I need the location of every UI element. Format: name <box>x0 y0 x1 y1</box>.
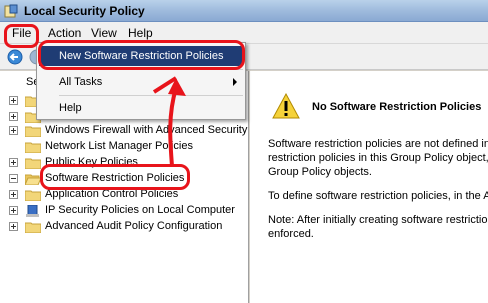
expand-icon[interactable] <box>9 190 18 199</box>
details-heading: No Software Restriction Policies <box>312 101 482 113</box>
expand-icon[interactable] <box>9 222 18 231</box>
menu-action[interactable]: Action <box>48 26 81 40</box>
folder-open-icon <box>25 174 41 185</box>
tree-item-label: IP Security Policies on Local Computer <box>45 204 235 216</box>
details-text-line: Software restriction policies are not de… <box>268 138 488 150</box>
folder-icon <box>25 158 41 169</box>
ip-security-icon <box>26 205 39 217</box>
details-text-line: enforced. <box>268 228 314 240</box>
collapse-icon[interactable] <box>9 174 18 183</box>
tree-item-label: Public Key Policies <box>45 156 138 168</box>
tree-item-label: Application Control Policies <box>45 188 179 200</box>
details-pane: No Software Restriction Policies Softwar… <box>250 71 488 303</box>
title-bar[interactable]: Local Security Policy <box>0 0 488 22</box>
tree-item-ip-security[interactable]: IP Security Policies on Local Computer <box>0 203 248 219</box>
menu-item-label: All Tasks <box>59 76 103 88</box>
menu-bar: File Action View Help <box>0 22 488 44</box>
details-text-line: restriction policies in this Group Polic… <box>268 152 488 164</box>
menu-item-label: New Software Restriction Policies <box>59 50 224 62</box>
menu-file[interactable]: File <box>12 26 31 40</box>
folder-icon <box>25 222 41 233</box>
tree-item-windows-firewall[interactable]: Windows Firewall with Advanced Security <box>0 123 248 139</box>
expand-icon[interactable] <box>9 206 18 215</box>
menu-item-new-software-restriction-policies[interactable]: New Software Restriction Policies <box>39 46 243 66</box>
warning-icon <box>272 93 300 119</box>
folder-icon <box>25 142 41 153</box>
submenu-arrow-icon <box>233 78 237 86</box>
back-arrow-icon[interactable] <box>6 48 24 66</box>
folder-icon <box>25 190 41 201</box>
folder-icon <box>25 126 41 137</box>
details-text-line: Group Policy objects. <box>268 166 372 178</box>
menu-item-label: Help <box>59 102 82 114</box>
tree-item-application-control[interactable]: Application Control Policies <box>0 187 248 203</box>
tree-item-label: Advanced Audit Policy Configuration <box>45 220 223 232</box>
security-policy-icon <box>4 4 18 18</box>
menu-help[interactable]: Help <box>128 26 153 40</box>
tree-item-network-list[interactable]: Network List Manager Policies <box>0 139 248 155</box>
expand-icon[interactable] <box>9 126 18 135</box>
expand-icon[interactable] <box>9 112 18 121</box>
details-text-line: Note: After initially creating software … <box>268 214 488 226</box>
expand-icon[interactable] <box>9 96 18 105</box>
annotation-arrow-icon <box>152 76 186 167</box>
tree-item-advanced-audit[interactable]: Advanced Audit Policy Configuration <box>0 219 248 235</box>
tree-item-software-restriction[interactable]: Software Restriction Policies <box>0 171 248 187</box>
details-text-line: To define software restriction policies,… <box>268 190 488 202</box>
expand-icon[interactable] <box>9 158 18 167</box>
tree-item-label: Software Restriction Policies <box>45 172 185 184</box>
menu-view[interactable]: View <box>91 26 117 40</box>
tree-item-public-key[interactable]: Public Key Policies <box>0 155 248 171</box>
window-title: Local Security Policy <box>24 4 145 18</box>
